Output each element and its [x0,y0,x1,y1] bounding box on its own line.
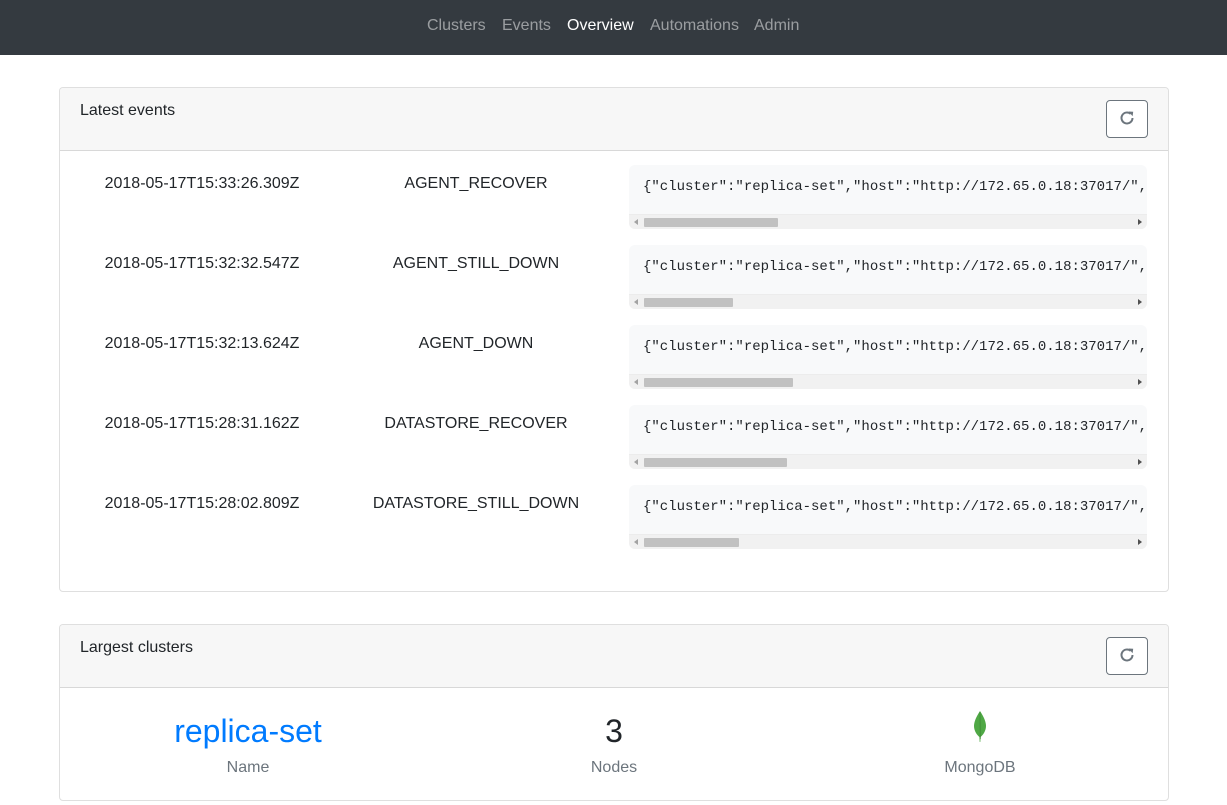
scroll-right-arrow-icon[interactable] [1138,299,1142,305]
scroll-right-arrow-icon[interactable] [1138,219,1142,225]
scroll-left-arrow-icon[interactable] [634,299,638,305]
scroll-right-arrow-icon[interactable] [1138,539,1142,545]
payload-scrollbar[interactable] [629,294,1147,309]
scroll-left-arrow-icon[interactable] [634,379,638,385]
scroll-thumb[interactable] [644,298,733,307]
event-payload[interactable]: {"cluster":"replica-set","host":"http://… [629,405,1147,469]
latest-events-title: Latest events [80,102,176,119]
scroll-left-arrow-icon[interactable] [634,539,638,545]
largest-clusters-header: Largest clusters [60,625,1168,688]
event-type: DATASTORE_RECOVER [384,415,568,432]
nav-automations[interactable]: Automations [650,17,739,35]
event-type: AGENT_RECOVER [404,175,548,192]
cluster-datastore-label: MongoDB [944,759,1016,776]
event-payload[interactable]: {"cluster":"replica-set","host":"http://… [629,325,1147,389]
scroll-thumb[interactable] [644,538,739,547]
top-navbar: Clusters Events Overview Automations Adm… [0,0,1227,55]
scroll-thumb[interactable] [644,218,778,227]
event-timestamp: 2018-05-17T15:33:26.309Z [104,175,300,192]
cluster-nodes-count: 3 [605,713,623,749]
event-row: 2018-05-17T15:33:26.309Z AGENT_RECOVER {… [60,165,1168,238]
scroll-right-arrow-icon[interactable] [1138,379,1142,385]
cluster-name-link[interactable]: replica-set [90,713,406,749]
event-payload[interactable]: {"cluster":"replica-set","host":"http://… [629,165,1147,229]
event-timestamp: 2018-05-17T15:28:02.809Z [104,495,300,512]
refresh-events-button[interactable] [1106,100,1148,138]
largest-clusters-card: Largest clusters replica-set Name 3 Node… [59,624,1169,801]
event-payload[interactable]: {"cluster":"replica-set","host":"http://… [629,485,1147,549]
scroll-thumb[interactable] [644,378,793,387]
nav-overview[interactable]: Overview [567,17,634,35]
event-row: 2018-05-17T15:28:31.162Z DATASTORE_RECOV… [60,405,1168,478]
event-payload-text: {"cluster":"replica-set","host":"http://… [643,179,1147,195]
event-row: 2018-05-17T15:28:02.809Z DATASTORE_STILL… [60,485,1168,558]
cluster-name-label: Name [226,759,270,776]
refresh-icon [1119,647,1135,666]
payload-scrollbar[interactable] [629,534,1147,549]
scroll-thumb[interactable] [644,458,787,467]
scroll-left-arrow-icon[interactable] [634,459,638,465]
payload-scrollbar[interactable] [629,454,1147,469]
event-payload-text: {"cluster":"replica-set","host":"http://… [643,419,1147,435]
event-row: 2018-05-17T15:32:32.547Z AGENT_STILL_DOW… [60,245,1168,318]
event-timestamp: 2018-05-17T15:32:32.547Z [104,255,300,272]
latest-events-header: Latest events [60,88,1168,151]
nav-clusters[interactable]: Clusters [427,17,486,35]
nav-admin[interactable]: Admin [754,17,799,35]
event-timestamp: 2018-05-17T15:32:13.624Z [104,335,300,352]
scroll-right-arrow-icon[interactable] [1138,459,1142,465]
event-payload-text: {"cluster":"replica-set","host":"http://… [643,339,1147,355]
scroll-left-arrow-icon[interactable] [634,219,638,225]
event-payload[interactable]: {"cluster":"replica-set","host":"http://… [629,245,1147,309]
event-type: AGENT_STILL_DOWN [392,255,560,272]
nav-events[interactable]: Events [502,17,551,35]
payload-scrollbar[interactable] [629,374,1147,389]
event-timestamp: 2018-05-17T15:28:31.162Z [104,415,300,432]
cluster-row: replica-set Name 3 Nodes MongoDB [60,689,1168,800]
latest-events-card: Latest events 2018-05-17T15:33:26.309Z A… [59,87,1169,592]
refresh-clusters-button[interactable] [1106,637,1148,675]
payload-scrollbar[interactable] [629,214,1147,229]
largest-clusters-title: Largest clusters [80,639,193,656]
mongodb-leaf-icon [970,709,990,745]
event-type: DATASTORE_STILL_DOWN [372,495,580,512]
refresh-icon [1119,110,1135,129]
event-type: AGENT_DOWN [418,335,534,352]
event-row: 2018-05-17T15:32:13.624Z AGENT_DOWN {"cl… [60,325,1168,398]
event-payload-text: {"cluster":"replica-set","host":"http://… [643,499,1147,515]
cluster-nodes-label: Nodes [590,759,638,776]
event-payload-text: {"cluster":"replica-set","host":"http://… [643,259,1147,275]
